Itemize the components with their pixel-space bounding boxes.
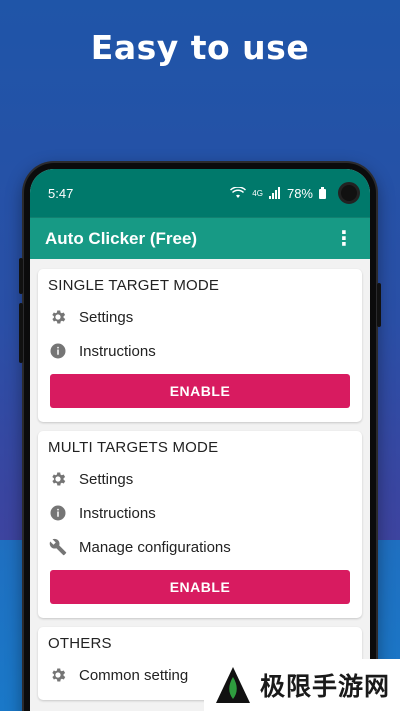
multi-instructions-label: Instructions [79, 504, 156, 522]
phone-volume-button [19, 258, 23, 294]
status-time: 5:47 [48, 185, 74, 201]
card-title-single-target: SINGLE TARGET MODE [48, 277, 220, 294]
app-title: Auto Clicker (Free) [45, 228, 198, 248]
single-instructions-item[interactable]: Instructions [47, 334, 353, 368]
wifi-icon [230, 187, 247, 198]
multi-settings-item[interactable]: Settings [47, 462, 353, 496]
battery-percent: 78% [286, 185, 313, 201]
multi-targets-card: MULTI TARGETS MODE Settings Instructions [38, 431, 362, 618]
single-enable-button[interactable]: ENABLE [50, 374, 350, 408]
card-title-others: OTHERS [48, 635, 112, 652]
info-icon [47, 340, 69, 362]
gear-icon [47, 306, 69, 328]
phone-frame: 5:47 4G 78% Auto Clicker (Free) ⋮ SINGLE… [19, 163, 381, 711]
status-bar: 5:47 4G 78% [30, 169, 370, 217]
signal-icon [268, 187, 280, 199]
wrench-icon [47, 536, 69, 558]
multi-instructions-item[interactable]: Instructions [47, 496, 353, 530]
multi-settings-label: Settings [79, 470, 134, 488]
watermark-text: 极限手游网 [260, 672, 391, 701]
battery-icon [319, 187, 326, 199]
watermark-logo-icon [216, 667, 250, 703]
multi-enable-button[interactable]: ENABLE [50, 570, 350, 604]
network-type-label: 4G [252, 188, 263, 198]
phone-power-button [377, 283, 381, 327]
common-settings-label: Common setting [79, 666, 189, 684]
card-title-multi-targets: MULTI TARGETS MODE [48, 439, 219, 456]
more-vert-icon[interactable]: ⋮ [334, 229, 354, 249]
status-icons: 4G 78% [230, 182, 360, 204]
site-watermark: 极限手游网 [204, 659, 400, 711]
promo-headline: Easy to use [90, 28, 310, 67]
app-bar: Auto Clicker (Free) ⋮ [30, 217, 370, 259]
phone-screen: 5:47 4G 78% Auto Clicker (Free) ⋮ SINGLE… [30, 169, 370, 711]
manage-configurations-label: Manage configurations [79, 538, 231, 556]
phone-volume-button-2 [19, 303, 23, 363]
gear-icon [47, 468, 69, 490]
single-target-card: SINGLE TARGET MODE Settings Instructions… [38, 269, 362, 422]
single-settings-label: Settings [79, 308, 134, 326]
single-settings-item[interactable]: Settings [47, 300, 353, 334]
gear-icon [47, 664, 69, 686]
single-instructions-label: Instructions [79, 342, 156, 360]
front-camera [338, 182, 360, 204]
info-icon [47, 502, 69, 524]
manage-configurations-item[interactable]: Manage configurations [47, 530, 353, 564]
main-content: SINGLE TARGET MODE Settings Instructions… [30, 259, 370, 700]
